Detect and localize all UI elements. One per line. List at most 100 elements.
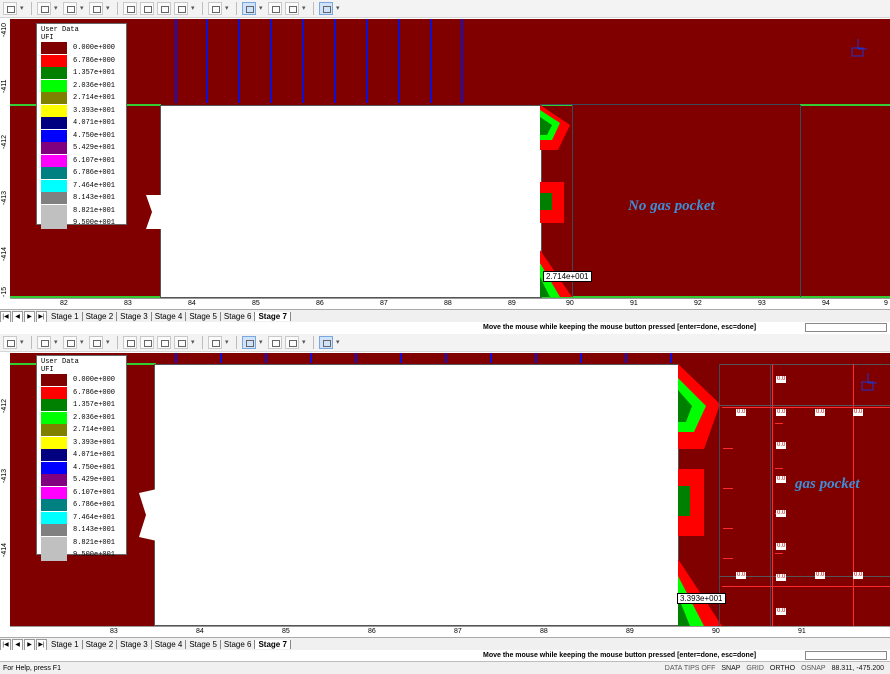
model-canvas-view1[interactable]: 2.714e+001 No gas pocket xyxy=(10,19,890,298)
display-icon[interactable] xyxy=(319,336,333,349)
prev-stage-button[interactable]: ◀ xyxy=(12,638,23,651)
legend-rows: 0.000e+000 6.786e+000 1.357e+001 2.036e+001… xyxy=(41,42,122,230)
legend-value: 6.786e+000 xyxy=(73,388,116,397)
tab-stage-2[interactable]: Stage 2 xyxy=(83,312,118,321)
polyline-icon[interactable] xyxy=(89,336,103,349)
ruler-tick: 87 xyxy=(380,300,388,307)
command-prompt: Move the mouse while keeping the mouse b… xyxy=(483,323,757,331)
bolt-line xyxy=(310,353,312,363)
legend-row: 4.750e+001 xyxy=(41,129,122,143)
tab-stage-1[interactable]: Stage 1 xyxy=(48,640,83,649)
tab-stage-5[interactable]: Stage 5 xyxy=(186,312,221,321)
line-icon[interactable] xyxy=(208,2,222,15)
mesh-icon[interactable] xyxy=(140,336,154,349)
vector-icon[interactable] xyxy=(268,336,282,349)
tab-stage-3[interactable]: Stage 3 xyxy=(117,640,152,649)
bolt-line xyxy=(175,353,177,363)
pan-icon[interactable] xyxy=(37,336,51,349)
tab-stage-5[interactable]: Stage 5 xyxy=(186,640,221,649)
vector-icon[interactable] xyxy=(268,2,282,15)
contour-icon[interactable] xyxy=(242,336,256,349)
polyline-icon[interactable] xyxy=(89,2,103,15)
legend-swatch xyxy=(41,399,67,412)
contour-icon[interactable] xyxy=(242,2,256,15)
tab-stage-7[interactable]: Stage 7 xyxy=(255,640,291,649)
toolbar-separator xyxy=(202,2,203,15)
tab-stage-1[interactable]: Stage 1 xyxy=(48,312,83,321)
grid-toggle[interactable]: GRID xyxy=(746,665,764,672)
first-stage-button[interactable]: |◀ xyxy=(0,638,11,651)
chevron-down-icon[interactable]: ▾ xyxy=(225,2,231,15)
chevron-down-icon[interactable]: ▾ xyxy=(302,336,308,349)
chevron-down-icon[interactable]: ▾ xyxy=(80,2,86,15)
display-icon[interactable] xyxy=(319,2,333,15)
graph-icon[interactable] xyxy=(157,336,171,349)
first-stage-button[interactable]: |◀ xyxy=(0,310,11,323)
rectangle-icon[interactable] xyxy=(63,336,77,349)
chevron-down-icon[interactable]: ▾ xyxy=(336,2,342,15)
legend-value: 6.786e+001 xyxy=(73,501,116,510)
pan-icon[interactable] xyxy=(37,2,51,15)
chevron-down-icon[interactable]: ▾ xyxy=(20,2,26,15)
chevron-down-icon[interactable]: ▾ xyxy=(259,2,265,15)
grid-display-icon[interactable] xyxy=(285,336,299,349)
contour-legend-view1: User Data UFI 0.000e+000 6.786e+000 1.357e… xyxy=(36,23,127,230)
legend-value: 0.000e+000 xyxy=(73,44,116,53)
line-icon[interactable] xyxy=(208,336,222,349)
chevron-down-icon[interactable]: ▾ xyxy=(80,336,86,349)
data-tips-toggle[interactable]: DATA TIPS OFF xyxy=(665,665,716,672)
query-icon[interactable] xyxy=(174,336,188,349)
legend-swatch xyxy=(41,154,67,167)
chevron-down-icon[interactable]: ▾ xyxy=(191,336,197,349)
chevron-down-icon[interactable]: ▾ xyxy=(191,2,197,15)
legend-value: 1.357e+001 xyxy=(73,69,116,78)
bolt-line xyxy=(430,19,432,103)
chevron-down-icon[interactable]: ▾ xyxy=(302,2,308,15)
select-icon[interactable] xyxy=(3,2,17,15)
gas-pressure-label: 0.0 xyxy=(776,608,787,615)
chevron-down-icon[interactable]: ▾ xyxy=(336,336,342,349)
prev-stage-button[interactable]: ◀ xyxy=(12,310,23,323)
tab-stage-4[interactable]: Stage 4 xyxy=(152,312,187,321)
chevron-down-icon[interactable]: ▾ xyxy=(106,2,112,15)
legend-title: User Data xyxy=(41,358,79,366)
ortho-toggle[interactable]: ORTHO xyxy=(770,665,795,672)
next-stage-button[interactable]: ▶ xyxy=(24,310,35,323)
next-stage-button[interactable]: ▶ xyxy=(24,638,35,651)
last-stage-button[interactable]: ▶| xyxy=(36,310,47,323)
legend-value: 4.071e+001 xyxy=(73,119,116,128)
snap-toggle[interactable]: SNAP xyxy=(721,665,740,672)
chevron-down-icon[interactable]: ▾ xyxy=(54,2,60,15)
tab-stage-3[interactable]: Stage 3 xyxy=(117,312,152,321)
chevron-down-icon[interactable]: ▾ xyxy=(54,336,60,349)
mesh-icon[interactable] xyxy=(140,2,154,15)
osnap-toggle[interactable]: OSNAP xyxy=(801,665,826,672)
graph-icon[interactable] xyxy=(157,2,171,15)
mesh-boundary-line xyxy=(800,105,801,297)
query-icon[interactable] xyxy=(174,2,188,15)
select-icon[interactable] xyxy=(3,336,17,349)
bolt-line xyxy=(238,19,240,103)
rectangle-icon[interactable] xyxy=(63,2,77,15)
tab-stage-6[interactable]: Stage 6 xyxy=(221,312,256,321)
command-input[interactable] xyxy=(805,322,887,332)
last-stage-button[interactable]: ▶| xyxy=(36,638,47,651)
axis-triad-icon xyxy=(851,39,867,57)
tab-stage-7[interactable]: Stage 7 xyxy=(255,312,291,321)
chevron-down-icon[interactable]: ▾ xyxy=(225,336,231,349)
annotation-gas-pocket: gas pocket xyxy=(795,476,860,492)
chevron-down-icon[interactable]: ▾ xyxy=(259,336,265,349)
chevron-down-icon[interactable]: ▾ xyxy=(20,336,26,349)
notch-shape xyxy=(139,489,157,541)
interpret-icon[interactable] xyxy=(123,2,137,15)
command-input[interactable] xyxy=(805,650,887,660)
tab-stage-2[interactable]: Stage 2 xyxy=(83,640,118,649)
interpret-icon[interactable] xyxy=(123,336,137,349)
grid-display-icon[interactable] xyxy=(285,2,299,15)
gas-pressure-label: 0.0 xyxy=(853,409,864,416)
legend-value: 4.750e+001 xyxy=(73,463,116,472)
chevron-down-icon[interactable]: ▾ xyxy=(106,336,112,349)
tab-stage-4[interactable]: Stage 4 xyxy=(152,640,187,649)
tab-stage-6[interactable]: Stage 6 xyxy=(221,640,256,649)
model-canvas-view2[interactable]: 0.0 0.0 0.0 0.0 0.0 0.0 0.0 0.0 0.0 0.0 … xyxy=(10,353,890,626)
